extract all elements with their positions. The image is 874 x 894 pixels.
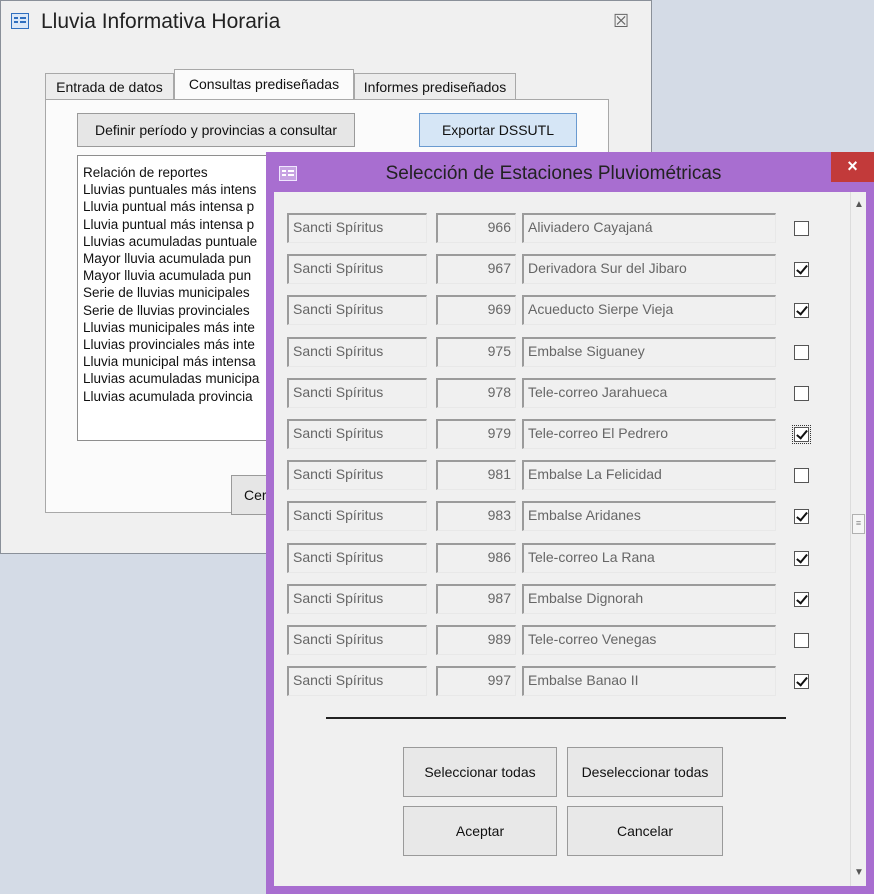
report-list-item[interactable]: Lluvias provinciales más inte — [83, 336, 276, 353]
station-code-field[interactable]: 983 — [436, 501, 516, 532]
dialog-body: Sancti Spíritus 966 Aliviadero Cayajaná San… — [274, 192, 866, 886]
station-row: Sancti Spíritus 989 Tele-correo Venegas — [274, 625, 850, 659]
station-code-field[interactable]: 975 — [436, 336, 516, 367]
station-selection-dialog: Selección de Estaciones Pluviométricas ×… — [266, 152, 874, 894]
deselect-all-button[interactable]: Deseleccionar todas — [567, 747, 723, 797]
station-name-field[interactable]: Derivadora Sur del Jibaro — [522, 254, 776, 285]
station-code-field[interactable]: 979 — [436, 419, 516, 449]
province-field[interactable]: Sancti Spíritus — [287, 254, 427, 285]
station-row: Sancti Spíritus 966 Aliviadero Cayajaná — [274, 213, 850, 247]
main-window-title: Lluvia Informativa Horaria — [41, 10, 281, 33]
station-name-field[interactable]: Tele-correo El Pedrero — [522, 419, 776, 449]
station-code-field[interactable]: 986 — [436, 542, 516, 573]
access-form-icon — [11, 13, 29, 29]
station-name-field[interactable]: Embalse Siguaney — [522, 336, 776, 367]
station-checkbox[interactable] — [794, 509, 809, 525]
dialog-title: Selección de Estaciones Pluviométricas — [385, 163, 722, 184]
station-checkbox[interactable] — [794, 468, 809, 484]
station-checkbox[interactable] — [794, 262, 809, 278]
station-row: Sancti Spíritus 983 Embalse Aridanes — [274, 501, 850, 535]
station-name-field[interactable]: Acueducto Sierpe Vieja — [522, 295, 776, 326]
report-list-item[interactable]: Lluvia puntual más intensa p — [83, 198, 276, 215]
province-field[interactable]: Sancti Spíritus — [287, 213, 427, 243]
station-code-field[interactable]: 989 — [436, 625, 516, 655]
station-name-field[interactable]: Embalse Aridanes — [522, 501, 776, 532]
province-field[interactable]: Sancti Spíritus — [287, 377, 427, 408]
scroll-thumb[interactable]: ≡ — [852, 514, 865, 534]
station-row: Sancti Spíritus 969 Acueducto Sierpe Vieja — [274, 295, 850, 329]
province-field[interactable]: Sancti Spíritus — [287, 336, 427, 367]
station-row: Sancti Spíritus 986 Tele-correo La Rana — [274, 542, 850, 577]
station-checkbox[interactable] — [794, 303, 809, 319]
station-code-field[interactable]: 978 — [436, 377, 516, 408]
station-checkbox[interactable] — [794, 344, 809, 360]
station-checkbox[interactable] — [794, 591, 809, 607]
station-code-field[interactable]: 987 — [436, 583, 516, 614]
scroll-up-icon[interactable]: ▲ — [853, 198, 865, 212]
station-row: Sancti Spíritus 987 Embalse Dignorah — [274, 583, 850, 618]
province-field[interactable]: Sancti Spíritus — [287, 666, 427, 697]
close-icon[interactable]: × — [831, 152, 874, 182]
report-list-item[interactable]: Serie de lluvias provinciales — [83, 302, 276, 319]
report-list-item[interactable]: Serie de lluvias municipales — [83, 284, 276, 301]
dialog-titlebar: Selección de Estaciones Pluviométricas × — [266, 152, 874, 192]
scroll-down-icon[interactable]: ▼ — [853, 866, 865, 880]
separator-line — [326, 717, 786, 719]
province-field[interactable]: Sancti Spíritus — [287, 460, 427, 491]
station-name-field[interactable]: Aliviadero Cayajaná — [522, 213, 776, 243]
cancel-button[interactable]: Cancelar — [567, 806, 723, 856]
station-row: Sancti Spíritus 978 Tele-correo Jarahueca — [274, 377, 850, 412]
station-name-field[interactable]: Embalse Banao II — [522, 666, 776, 697]
report-list-item[interactable]: Mayor lluvia acumulada pun — [83, 250, 276, 267]
station-code-field[interactable]: 997 — [436, 666, 516, 697]
province-field[interactable]: Sancti Spíritus — [287, 542, 427, 573]
report-list-item[interactable]: Mayor lluvia acumulada pun — [83, 267, 276, 284]
report-list-item[interactable]: Lluvias puntuales más intens — [83, 181, 276, 198]
province-field[interactable]: Sancti Spíritus — [287, 625, 427, 655]
province-field[interactable]: Sancti Spíritus — [287, 501, 427, 532]
tab-informes-prediseñados[interactable]: Informes prediseñados — [354, 73, 516, 99]
station-code-field[interactable]: 966 — [436, 213, 516, 243]
report-list-item[interactable]: Lluvia puntual más intensa p — [83, 216, 276, 233]
vertical-scrollbar[interactable]: ▲ ≡ ▼ — [850, 192, 866, 886]
main-window-titlebar: Lluvia Informativa Horaria ☒ — [1, 1, 651, 37]
station-row: Sancti Spíritus 975 Embalse Siguaney — [274, 336, 850, 371]
report-list-item[interactable]: Lluvia municipal más intensa — [83, 353, 276, 370]
station-checkbox[interactable] — [794, 550, 809, 566]
station-code-field[interactable]: 981 — [436, 460, 516, 491]
tab-consultas-prediseñadas[interactable]: Consultas prediseñadas — [174, 69, 354, 99]
report-list[interactable]: Relación de reportes Lluvias puntuales má… — [77, 155, 277, 441]
report-list-item[interactable]: Lluvias acumuladas puntuale — [83, 233, 276, 250]
station-checkbox[interactable] — [794, 674, 809, 690]
station-checkbox[interactable] — [794, 221, 809, 236]
accept-button[interactable]: Aceptar — [403, 806, 557, 856]
select-all-button[interactable]: Seleccionar todas — [403, 747, 557, 797]
station-code-field[interactable]: 969 — [436, 295, 516, 326]
province-field[interactable]: Sancti Spíritus — [287, 295, 427, 326]
station-name-field[interactable]: Embalse La Felicidad — [522, 460, 776, 491]
station-row: Sancti Spíritus 967 Derivadora Sur del Jib… — [274, 254, 850, 288]
station-name-field[interactable]: Embalse Dignorah — [522, 583, 776, 614]
province-field[interactable]: Sancti Spíritus — [287, 419, 427, 449]
station-name-field[interactable]: Tele-correo La Rana — [522, 542, 776, 573]
tab-entrada-de-datos[interactable]: Entrada de datos — [45, 73, 174, 99]
export-dssutl-button[interactable]: Exportar DSSUTL — [419, 113, 577, 147]
station-name-field[interactable]: Tele-correo Jarahueca — [522, 377, 776, 408]
report-list-item[interactable]: Lluvias acumuladas municipa — [83, 370, 276, 387]
report-list-item[interactable]: Lluvias acumulada provincia — [83, 388, 276, 405]
station-row: Sancti Spíritus 981 Embalse La Felicidad — [274, 460, 850, 494]
report-list-items: Relación de reportes Lluvias puntuales má… — [83, 164, 276, 405]
report-list-item[interactable]: Relación de reportes — [83, 164, 276, 181]
station-checkbox[interactable] — [794, 633, 809, 648]
station-row: Sancti Spíritus 997 Embalse Banao II — [274, 666, 850, 700]
station-checkbox[interactable] — [794, 385, 809, 401]
station-checkbox[interactable] — [792, 425, 811, 444]
station-name-field[interactable]: Tele-correo Venegas — [522, 625, 776, 655]
station-row: Sancti Spíritus 979 Tele-correo El Pedrero — [274, 419, 850, 453]
report-list-item[interactable]: Lluvias municipales más inte — [83, 319, 276, 336]
define-period-button[interactable]: Definir período y provincias a consultar — [77, 113, 355, 147]
province-field[interactable]: Sancti Spíritus — [287, 583, 427, 614]
close-icon[interactable]: ☒ — [613, 11, 629, 32]
station-code-field[interactable]: 967 — [436, 254, 516, 285]
